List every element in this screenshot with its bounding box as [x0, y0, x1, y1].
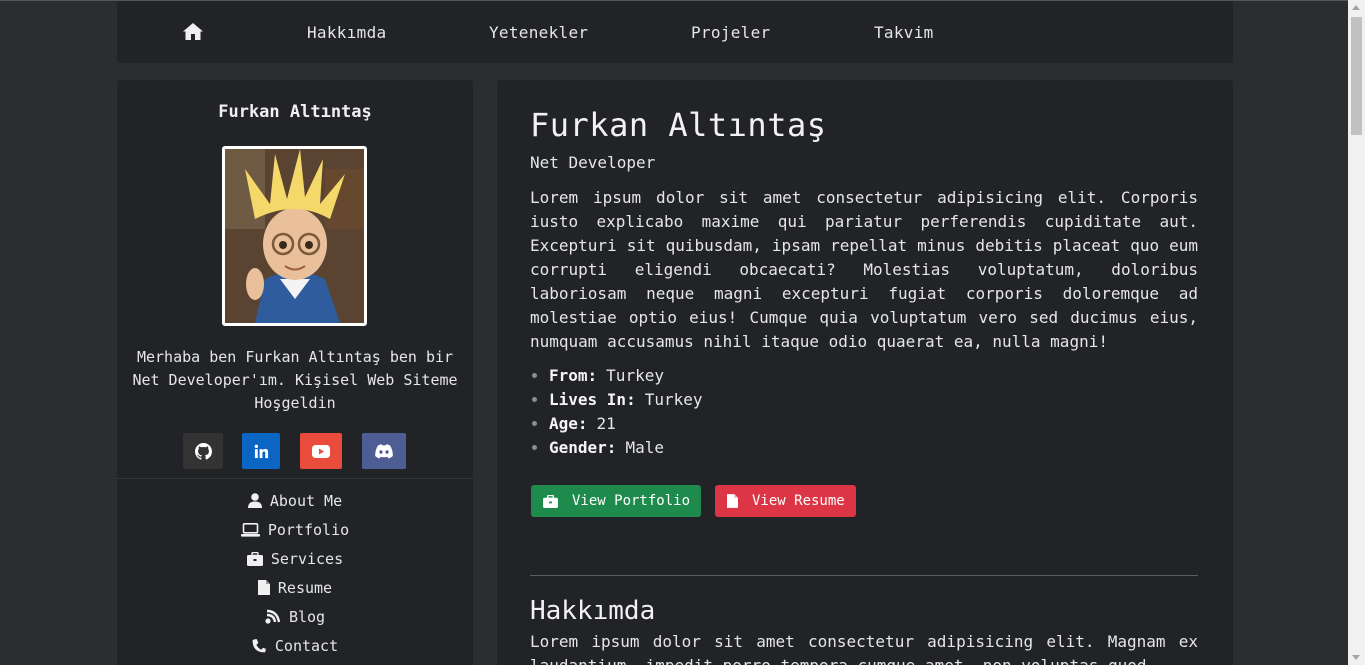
top-navbar: Hakkımda Yetenekler Projeler Takvim	[117, 1, 1233, 63]
fact-label: Age:	[549, 413, 588, 433]
laptop-icon	[240, 522, 260, 537]
discord-icon	[375, 443, 393, 458]
fact-value: 21	[596, 413, 616, 433]
about-paragraph: Lorem ipsum dolor sit amet consectetur a…	[530, 632, 1198, 665]
scrollbar-thumb[interactable]	[1351, 17, 1362, 135]
sidebar-divider	[117, 478, 473, 479]
phone-icon	[252, 639, 267, 653]
discord-link[interactable]	[362, 433, 406, 469]
linkedin-link[interactable]	[242, 433, 280, 469]
social-links	[117, 433, 473, 469]
page-scrollbar[interactable]	[1348, 0, 1365, 665]
menu-item-services[interactable]: Services	[117, 544, 473, 573]
scroll-up-icon[interactable]	[1352, 5, 1360, 10]
view-resume-button[interactable]: View Resume	[715, 485, 856, 517]
github-icon	[194, 442, 212, 460]
sidebar-menu: About Me Portfolio Services Resume Blog …	[117, 486, 473, 660]
fact-age: Age: 21	[530, 411, 703, 435]
button-label: View Portfolio	[572, 493, 691, 509]
button-label: View Resume	[752, 493, 845, 509]
intro-paragraph: Lorem ipsum dolor sit amet consectetur a…	[530, 188, 1198, 351]
fact-label: From:	[549, 365, 598, 385]
linkedin-icon	[254, 444, 268, 458]
sidebar-bio: Merhaba ben Furkan Altıntaş ben bir Net …	[132, 348, 458, 412]
menu-item-resume[interactable]: Resume	[117, 573, 473, 602]
avatar	[222, 146, 367, 326]
briefcase-icon	[543, 494, 558, 508]
youtube-link[interactable]	[300, 433, 342, 469]
blog-icon	[265, 609, 281, 624]
nav-link-hakkimda[interactable]: Hakkımda	[307, 23, 386, 42]
scroll-down-icon[interactable]	[1352, 655, 1360, 660]
about-heading: Hakkımda	[530, 596, 656, 626]
main-content-card: Furkan Altıntaş Net Developer Lorem ipsu…	[497, 80, 1233, 665]
user-icon	[247, 493, 262, 508]
menu-item-label: Resume	[277, 578, 333, 597]
fact-from: From: Turkey	[530, 363, 703, 387]
menu-item-label: Services	[270, 549, 344, 568]
menu-item-label: Blog	[288, 607, 326, 626]
fact-value: Turkey	[606, 365, 664, 385]
sidebar-name: Furkan Altıntaş	[218, 102, 372, 122]
briefcase-icon	[246, 551, 263, 566]
profile-sidebar: Furkan Altıntaş Merhaba ben Furkan Altın…	[117, 80, 473, 665]
fact-gender: Gender: Male	[530, 435, 703, 459]
personal-facts-list: From: Turkey Lives In: Turkey Age: 21 Gende…	[530, 363, 703, 459]
menu-item-about-me[interactable]: About Me	[117, 486, 473, 515]
github-link[interactable]	[183, 433, 223, 469]
menu-item-portfolio[interactable]: Portfolio	[117, 515, 473, 544]
bullet-icon	[532, 444, 537, 450]
fact-label: Gender:	[549, 437, 617, 457]
section-divider	[530, 575, 1198, 576]
file-icon	[257, 580, 270, 595]
nav-link-takvim[interactable]: Takvim	[874, 23, 934, 42]
menu-item-blog[interactable]: Blog	[117, 602, 473, 631]
page-subtitle: Net Developer	[530, 153, 656, 172]
file-icon	[727, 494, 738, 508]
fact-label: Lives In:	[549, 389, 636, 409]
menu-item-label: Portfolio	[267, 520, 350, 539]
youtube-icon	[312, 444, 330, 458]
home-icon[interactable]	[183, 23, 203, 41]
fact-lives-in: Lives In: Turkey	[530, 387, 703, 411]
fact-value: Turkey	[644, 389, 703, 409]
menu-item-label: Contact	[274, 636, 339, 655]
menu-item-contact[interactable]: Contact	[117, 631, 473, 660]
nav-link-yetenekler[interactable]: Yetenekler	[489, 23, 588, 42]
bullet-icon	[532, 396, 537, 402]
bullet-icon	[532, 420, 537, 426]
nav-link-projeler[interactable]: Projeler	[691, 23, 770, 42]
page-title: Furkan Altıntaş	[530, 106, 827, 144]
bullet-icon	[532, 372, 537, 378]
view-portfolio-button[interactable]: View Portfolio	[531, 485, 701, 517]
fact-value: Male	[625, 437, 664, 457]
menu-item-label: About Me	[269, 491, 343, 510]
